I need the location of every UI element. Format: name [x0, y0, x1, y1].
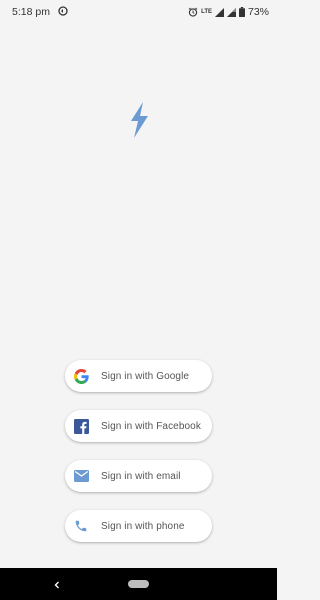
status-left: 5:18 pm [12, 5, 68, 19]
signal-icon-2 [226, 7, 236, 17]
signal-icon-1 [214, 7, 224, 17]
sign-in-google-label: Sign in with Google [101, 370, 190, 382]
data-saver-icon [58, 5, 68, 19]
phone-icon [73, 518, 89, 534]
sign-in-facebook-label: Sign in with Facebook [101, 420, 201, 432]
sign-in-phone-label: Sign in with phone [101, 520, 185, 532]
status-bar: 5:18 pm LTE 73% [0, 0, 277, 24]
navigation-bar [0, 568, 277, 600]
status-right: LTE 73% [188, 6, 269, 18]
sign-in-email-label: Sign in with email [101, 470, 181, 482]
status-time: 5:18 pm [12, 6, 50, 18]
alarm-icon [188, 7, 198, 17]
lightning-bolt-icon [126, 101, 152, 139]
sign-in-phone-button[interactable]: Sign in with phone [65, 510, 212, 542]
sign-in-options: Sign in with Google Sign in with Faceboo… [65, 360, 212, 542]
battery-percent: 73% [247, 6, 269, 18]
sign-in-google-button[interactable]: Sign in with Google [65, 360, 212, 392]
sign-in-screen: 5:18 pm LTE 73% Sign in with Google Sign… [0, 0, 277, 600]
sign-in-email-button[interactable]: Sign in with email [65, 460, 212, 492]
sign-in-facebook-button[interactable]: Sign in with Facebook [65, 410, 212, 442]
google-icon [73, 368, 89, 384]
facebook-icon [73, 418, 89, 434]
battery-icon [238, 7, 245, 17]
lte-label: LTE [201, 9, 212, 15]
back-icon[interactable] [51, 578, 63, 590]
home-pill-button[interactable] [128, 580, 149, 588]
email-icon [73, 468, 89, 484]
